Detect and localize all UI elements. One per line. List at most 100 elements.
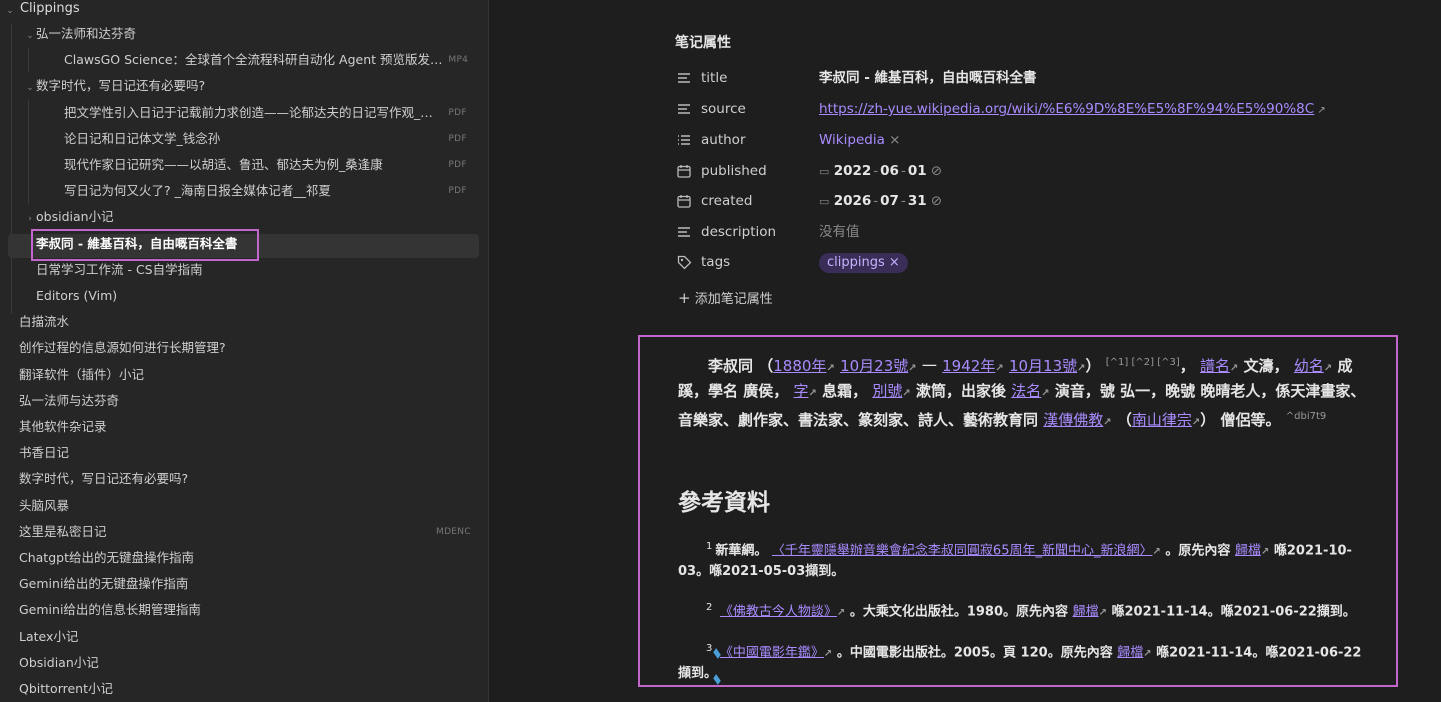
tree-item-label: 把文学性引入日记于记载前力求创造——论郁达夫的日记写作观_刘… [64, 104, 444, 120]
property-published[interactable]: published ▭ 2022-06-01 ⊘ [675, 158, 1395, 184]
tree-item-label: 现代作家日记研究——以胡适、鲁迅、郁达夫为例_桑逢康 [64, 157, 383, 172]
indent-guide [28, 100, 29, 204]
title-value[interactable]: 李叔同 - 維基百科，自由嘅百科全書 [819, 65, 1037, 91]
chevron-down-icon: ⌄ [6, 6, 14, 16]
indent-guide [11, 24, 12, 314]
tree-item-label: 白描流水 [19, 314, 70, 330]
property-description[interactable]: description 没有值 [675, 219, 1395, 245]
file-item[interactable]: 现代作家日记研究——以胡适、鲁迅、郁达夫为例_桑逢康 PDF [52, 153, 467, 177]
link-nanshan-vinaya[interactable]: 南山律宗 [1132, 411, 1192, 429]
file-item[interactable]: Obsidian小记 [19, 651, 99, 675]
calendar-small-icon: ▭ [819, 165, 830, 178]
file-item[interactable]: 把文学性引入日记于记载前力求创造——论郁达夫的日记写作观_刘… PDF [52, 101, 467, 125]
source-link[interactable]: https://zh-yue.wikipedia.org/wiki/%E6%9D… [819, 101, 1314, 117]
tree-item-label: 书香日记 [19, 445, 70, 461]
link-icon[interactable]: ⊘ [931, 163, 942, 179]
remove-icon[interactable]: × [889, 132, 900, 148]
tree-item-label: Latex小记 [19, 628, 79, 644]
calendar-small-icon: ▭ [819, 195, 830, 208]
file-type-badge: PDF [448, 186, 467, 197]
tree-item-label: Gemini给出的信息长期管理指南 [19, 602, 201, 618]
file-type-badge: MDENC [436, 526, 471, 537]
file-item[interactable]: ClawsGO Science：全球首个全流程科研自动化 Agent 预览版发…… [52, 48, 468, 72]
link-oct23[interactable]: 10月23號 [840, 357, 908, 375]
file-item[interactable]: 这里是私密日记 MDENC [19, 520, 471, 544]
folder-item[interactable]: › obsidian小记 [24, 205, 114, 229]
file-type-badge: PDF [448, 160, 467, 170]
chevron-down-icon: ⌄ [26, 83, 34, 94]
file-item[interactable]: Gemini给出的无键盘操作指南 [19, 572, 188, 596]
reference-link[interactable]: 《佛教古今人物談》 [720, 604, 837, 619]
created-date[interactable]: 2026-07-31 [834, 193, 927, 209]
chevron-down-icon: ⌄ [26, 31, 34, 41]
file-item[interactable]: Chatgpt给出的无键盘操作指南 [19, 546, 194, 570]
tree-item-label: 日常学习工作流 - CS自学指南 [36, 261, 203, 277]
footnote-refs[interactable]: [^1] [^2] [^3] [1106, 357, 1180, 368]
file-item[interactable]: 日常学习工作流 - CS自学指南 [24, 258, 203, 282]
tree-item-label: Gemini给出的无键盘操作指南 [19, 576, 189, 592]
author-chip[interactable]: Wikipedia [819, 132, 885, 148]
file-item[interactable]: 白描流水 [19, 310, 69, 334]
archive-link[interactable]: 歸檔 [1117, 645, 1143, 660]
remove-icon[interactable]: × [889, 255, 900, 270]
block-id: ^dbi7t9 [1285, 411, 1327, 422]
tree-item-label: 写日记为何又火了? _海南日报全媒体记者__祁夏 [64, 183, 331, 199]
link-icon[interactable]: ⊘ [931, 193, 942, 209]
reference-3: 3 《中國電影年鑑》↗ 。中國電影出版社。2005。頁 120。原先內容 歸檔↗… [678, 643, 1362, 682]
file-item[interactable]: 论日记和日记体文学_钱念孙 PDF [52, 127, 467, 151]
chevron-right-icon: › [28, 214, 32, 225]
tree-item-label: 创作过程的信息源如何进行长期管理? [19, 340, 226, 356]
reference-link[interactable]: 《中國電影年鑑》 [720, 645, 824, 660]
property-created[interactable]: created ▭ 2026-07-31 ⊘ [675, 188, 1395, 214]
file-item[interactable]: 书香日记 [19, 441, 69, 465]
add-property-button[interactable]: + 添加笔记属性 [678, 288, 773, 310]
tag-chip[interactable]: clippings × [819, 253, 908, 273]
property-author[interactable]: author Wikipedia × [675, 127, 1395, 153]
link-biehao[interactable]: 別號 [872, 382, 902, 400]
calendar-icon [675, 188, 693, 214]
folder-item[interactable]: ⌄ 弘一法师和达芬奇 [24, 22, 136, 46]
file-item[interactable]: 写日记为何又火了? _海南日报全媒体记者__祁夏 PDF [52, 179, 467, 203]
file-type-badge: MP4 [448, 55, 469, 66]
file-item[interactable]: Latex小记 [19, 625, 78, 649]
link-oct13[interactable]: 10月13號 [1009, 357, 1077, 375]
folder-item[interactable]: ⌄ 数字时代，写日记还有必要吗? [24, 74, 205, 98]
intro-paragraph: 李叔同 （1880年↗ 10月23號↗ 一 1942年↗ 10月13號↗） [^… [678, 357, 1366, 429]
reference-link[interactable]: 〈千年靈隱舉辦音樂會紀念李叔同圓寂65周年_新聞中心_新浪網〉 [772, 543, 1153, 558]
property-title[interactable]: title 李叔同 - 維基百科，自由嘅百科全書 [675, 65, 1395, 91]
link-youming[interactable]: 幼名 [1294, 357, 1324, 375]
file-item[interactable]: 弘一法师与达芬奇 [19, 389, 119, 413]
list-icon [675, 127, 693, 153]
link-faming[interactable]: 法名 [1011, 382, 1041, 400]
tree-item-label: obsidian小记 [36, 209, 114, 225]
tree-item-label: 其他软件杂记录 [19, 419, 107, 434]
file-item[interactable]: 翻译软件（插件）小记 [19, 363, 144, 387]
description-value[interactable]: 没有值 [819, 219, 860, 245]
link-zi[interactable]: 字 [793, 382, 808, 400]
file-explorer-sidebar: ⌄ Clippings ⌄ 弘一法师和达芬奇 ClawsGO Science：全球首… [0, 0, 489, 702]
file-item[interactable]: Qbittorrent小记 [19, 677, 113, 701]
folder-clippings[interactable]: ⌄ Clippings [4, 0, 79, 21]
archive-link[interactable]: 歸檔 [1073, 604, 1099, 619]
indent-guide [28, 48, 29, 72]
published-date[interactable]: 2022-06-01 [834, 163, 927, 179]
tag-icon [675, 249, 693, 275]
archive-link[interactable]: 歸檔 [1235, 543, 1261, 558]
link-1942[interactable]: 1942年 [942, 357, 995, 375]
note-content: 李叔同 （1880年↗ 10月23號↗ 一 1942年↗ 10月13號↗） [^… [638, 335, 1398, 687]
property-tags[interactable]: tags clippings × [675, 249, 1395, 275]
tree-item-label: 数字时代，写日记还有必要吗? [19, 471, 189, 487]
file-item[interactable]: 创作过程的信息源如何进行长期管理? [19, 336, 226, 360]
tree-item-label: 论日记和日记体文学_钱念孙 [64, 130, 221, 146]
link-hanchuan-buddhism[interactable]: 漢傳佛教 [1043, 411, 1103, 429]
file-item[interactable]: Editors (Vim) [24, 284, 117, 308]
tree-item-label: Qbittorrent小记 [19, 681, 113, 696]
link-puming[interactable]: 譜名 [1200, 357, 1230, 375]
reference-1: 1 新華網。 〈千年靈隱舉辦音樂會紀念李叔同圓寂65周年_新聞中心_新浪網〉↗ 。… [678, 541, 1352, 580]
file-item[interactable]: 其他软件杂记录 [19, 415, 107, 439]
link-1880[interactable]: 1880年 [773, 357, 826, 375]
property-source[interactable]: source https://zh-yue.wikipedia.org/wiki… [675, 96, 1395, 122]
file-item[interactable]: 头脑风暴 [19, 494, 69, 518]
file-item[interactable]: Gemini给出的信息长期管理指南 [19, 598, 201, 622]
file-item[interactable]: 数字时代，写日记还有必要吗? [19, 467, 188, 491]
